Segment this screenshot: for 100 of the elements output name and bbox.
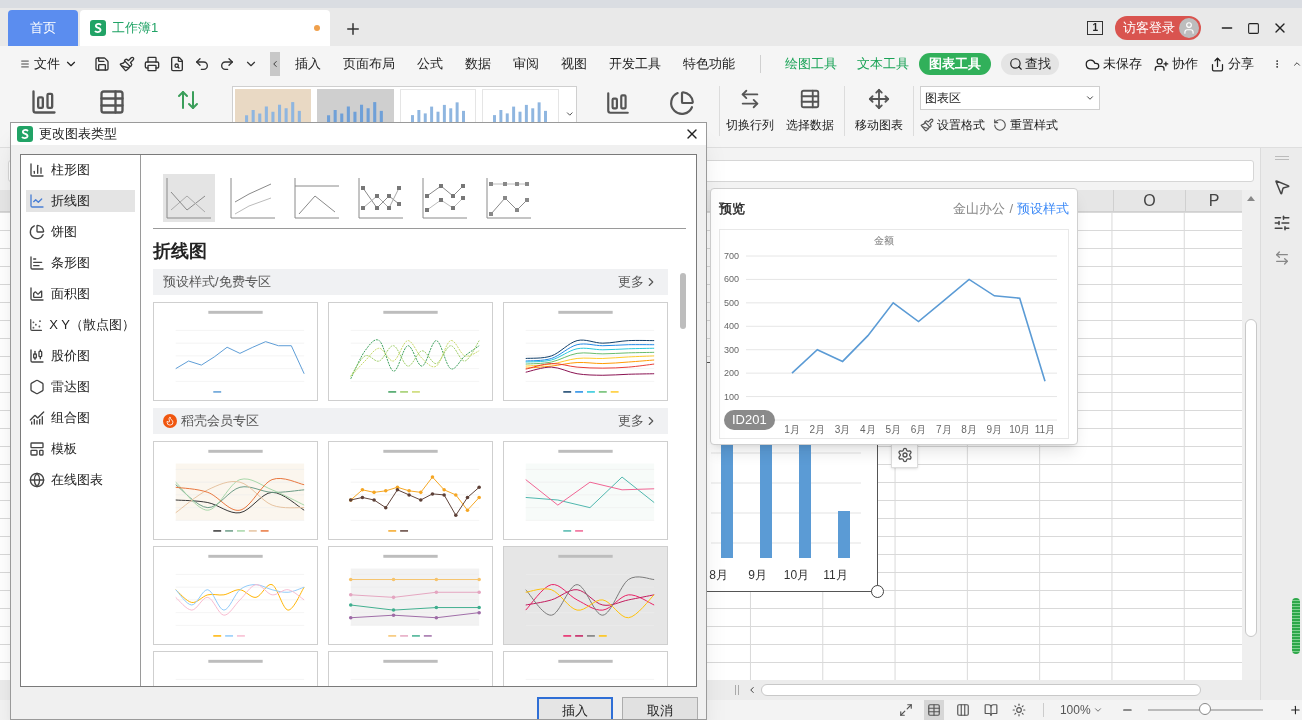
y-tick-label: 600 [724, 273, 740, 284]
column-header[interactable]: O [1113, 190, 1185, 211]
reading-view-icon [983, 703, 998, 717]
window-count-badge[interactable]: 1 [1087, 21, 1103, 35]
scrollbar-thumb[interactable] [680, 273, 686, 329]
chart-template[interactable] [328, 302, 493, 401]
chart-template[interactable] [153, 441, 318, 540]
swap-icon[interactable] [176, 88, 200, 112]
format-button[interactable]: 重置样式 [993, 116, 1058, 134]
style-link[interactable]: 预设样式 [1017, 199, 1069, 219]
eye-view-icon [1011, 703, 1026, 717]
chart-type-item[interactable]: 柱形图 [26, 159, 135, 181]
ribbon-button[interactable]: 切换行列 [720, 86, 780, 136]
login-button[interactable]: 访客登录 [1115, 16, 1201, 40]
print-preview-icon[interactable] [169, 56, 185, 72]
new-tab-icon[interactable] [344, 20, 362, 38]
more-link[interactable]: 更多 [618, 411, 658, 431]
split-handle[interactable] [735, 685, 739, 695]
panel-handle-icon[interactable] [1274, 156, 1289, 160]
swap-icon[interactable] [1273, 250, 1290, 266]
maximize-icon[interactable] [1247, 21, 1260, 35]
fullscreen-view-icon [899, 703, 914, 717]
undo-icon[interactable] [194, 56, 210, 72]
menu-tab[interactable]: 视图 [550, 54, 598, 74]
chart-template[interactable] [503, 441, 668, 540]
chart-type-item[interactable]: 股价图 [26, 345, 135, 367]
paintbrush-icon[interactable] [119, 56, 135, 72]
x-tick-label: 5月 [885, 423, 901, 435]
data-icon [799, 88, 821, 110]
chart-type-item[interactable]: 饼图 [26, 221, 135, 243]
menu-tab[interactable]: 审阅 [502, 54, 550, 74]
scroll-left-icon[interactable] [747, 685, 757, 695]
format-button[interactable]: 设置格式 [920, 116, 985, 134]
ribbon-button[interactable]: 选择数据 [780, 86, 840, 136]
pointer-icon[interactable] [1272, 178, 1291, 196]
table-chart-icon[interactable] [98, 88, 126, 116]
ribbon-button[interactable]: 移动图表 [849, 86, 909, 136]
pie-chart-icon[interactable] [669, 90, 695, 116]
horizontal-scrollbar-thumb[interactable] [761, 684, 1201, 696]
x-tick-label: 2月 [809, 423, 826, 435]
chart-type-item[interactable]: 在线图表 [26, 469, 135, 491]
axis-label: 11月 [822, 567, 849, 584]
menu-tab[interactable]: 特色功能 [672, 54, 746, 74]
chart-type-item[interactable]: 条形图 [26, 252, 135, 274]
chart-template[interactable] [328, 441, 493, 540]
toolbar-action[interactable]: 分享 [1210, 54, 1254, 74]
x-tick-label: 10月 [1009, 423, 1031, 435]
chart-type-item[interactable]: X Y（散点图） [26, 314, 135, 336]
file-menu[interactable]: 文件 [34, 54, 78, 74]
chart-type-item[interactable]: 模板 [26, 438, 135, 460]
vertical-scrollbar[interactable] [1242, 190, 1260, 680]
redo-icon[interactable] [219, 56, 235, 72]
toolbar-action[interactable]: 未保存 [1085, 54, 1142, 74]
menu-tab[interactable]: 插入 [284, 54, 332, 74]
dialog-button[interactable]: 插入 [537, 697, 613, 719]
y-tick-label: 400 [724, 320, 740, 331]
sliders-icon[interactable] [1272, 214, 1291, 232]
scatter-chart-icon [29, 317, 44, 333]
chart-template[interactable] [503, 302, 668, 401]
chart-type-item[interactable]: 面积图 [26, 283, 135, 305]
scroll-up-icon[interactable] [1247, 196, 1255, 201]
chart-template[interactable] [503, 546, 668, 645]
menu-tab[interactable]: 数据 [454, 54, 502, 74]
line-chart-icon [29, 193, 45, 209]
flame-icon [163, 414, 177, 428]
print-icon[interactable] [144, 56, 160, 72]
stock-chart-icon [29, 348, 45, 364]
menu-tab[interactable]: 开发工具 [598, 54, 672, 74]
dialog-button[interactable]: 取消 [622, 697, 698, 719]
save-icon[interactable] [94, 56, 110, 72]
chart-template[interactable] [328, 546, 493, 645]
chart-element-dropdown[interactable]: 图表区 [920, 86, 1100, 110]
chart-type-heading: 折线图 [153, 240, 208, 263]
zoom-level-dropdown[interactable]: 100% [1059, 701, 1103, 719]
search-button[interactable]: 查找 [1001, 53, 1059, 75]
move-icon [868, 88, 890, 110]
chart-type-item[interactable]: 雷达图 [26, 376, 135, 398]
menu-tab[interactable]: 公式 [406, 54, 454, 74]
share-icon [1210, 56, 1225, 72]
chart-icon[interactable] [30, 88, 58, 116]
template-id-badge: ID201 [724, 409, 775, 430]
toolbar-action[interactable]: 协作 [1154, 54, 1198, 74]
more-link[interactable]: 更多 [618, 272, 658, 292]
settings-icon [896, 446, 913, 463]
search-icon [1009, 57, 1023, 71]
chart-type-item[interactable]: 折线图 [26, 190, 135, 212]
template-chart-icon [29, 441, 45, 457]
view-button[interactable] [924, 700, 945, 720]
zoom-in-icon[interactable] [1289, 703, 1302, 717]
scroll-left-button[interactable] [270, 52, 280, 76]
x-tick-label: 6月 [910, 423, 927, 435]
chart-type-item[interactable]: 组合图 [26, 407, 135, 429]
menu-tab[interactable]: 页面布局 [332, 54, 406, 74]
zoom-slider-thumb[interactable] [1199, 703, 1212, 715]
online-chart-icon[interactable] [605, 90, 631, 116]
online-chart-icon [29, 472, 45, 488]
scrollbar-thumb[interactable] [1245, 319, 1257, 637]
x-tick-label: 7月 [936, 423, 952, 435]
level-meter-icon [1292, 598, 1300, 654]
gallery-scroll-icon[interactable] [564, 109, 574, 119]
